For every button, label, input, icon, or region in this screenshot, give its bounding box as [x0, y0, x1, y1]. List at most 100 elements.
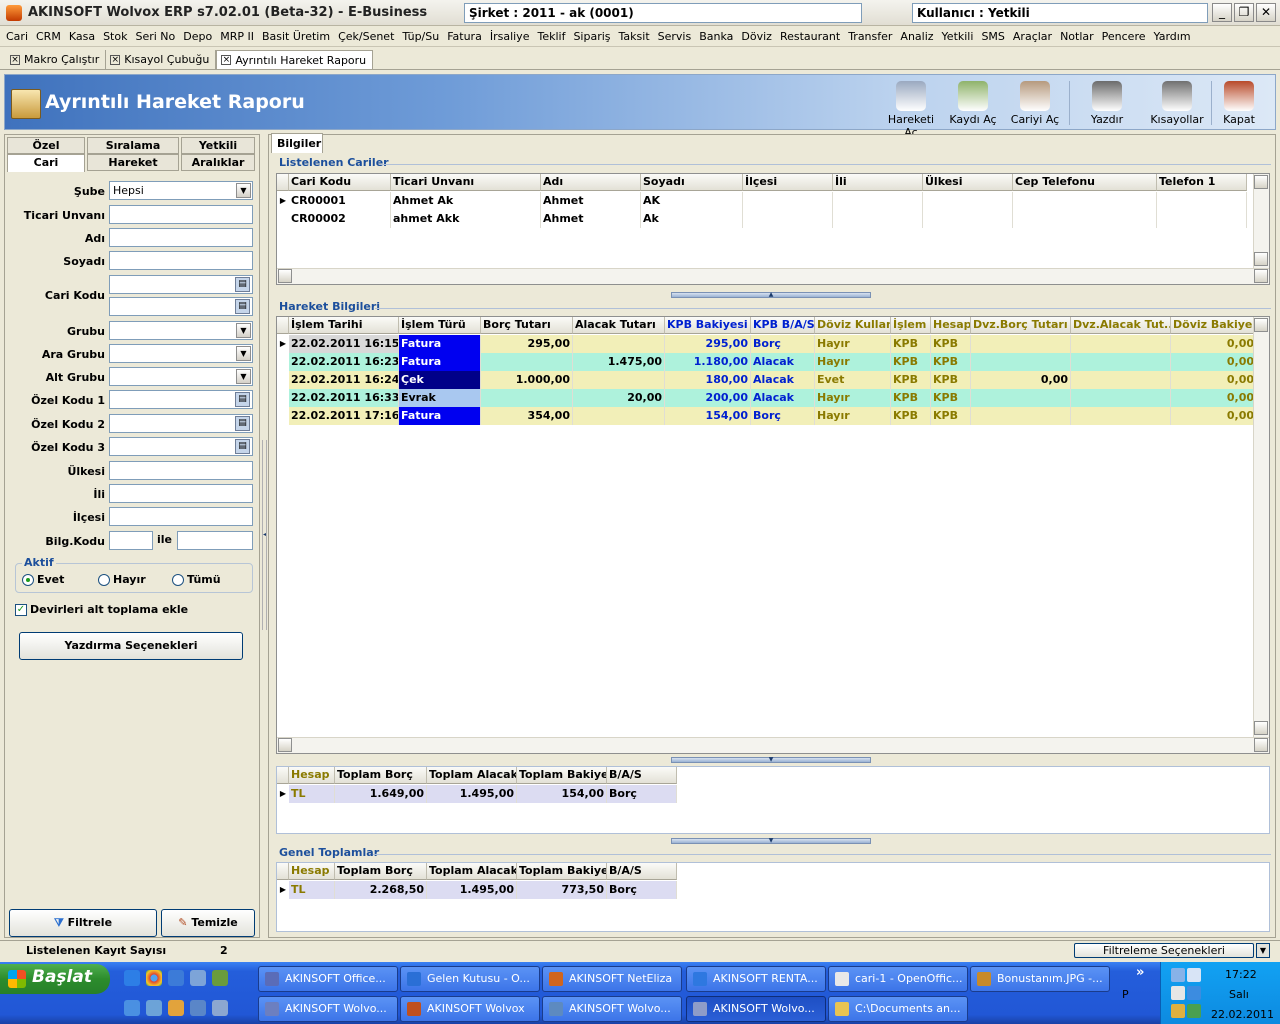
company-field[interactable]: Şirket : 2011 - ak (0001) [464, 3, 862, 23]
filter-options-button[interactable]: Filtreleme Seçenekleri [1074, 943, 1254, 958]
hareket-cell[interactable]: Çek [399, 371, 481, 389]
users-icon[interactable] [190, 970, 206, 986]
cari-cell[interactable] [743, 192, 833, 210]
menu-item[interactable]: Fatura [443, 27, 486, 46]
hareket-cell[interactable] [1071, 389, 1171, 407]
chart-icon[interactable] [212, 970, 228, 986]
lookup-icon[interactable]: ▤ [235, 439, 250, 454]
doc-tab[interactable]: × Makro Çalıştır [6, 50, 107, 69]
cari-cell[interactable]: Ak [641, 210, 743, 228]
filter-button[interactable]: ⧩ Filtrele [9, 909, 157, 937]
column-header[interactable]: Cep Telefonu [1013, 174, 1157, 191]
hareket-cell[interactable] [1071, 371, 1171, 389]
app-icon[interactable] [212, 1000, 228, 1016]
hareket-cell[interactable]: KPB [891, 353, 931, 371]
radio-hayir[interactable]: Hayır [98, 573, 146, 586]
total-cell[interactable]: TL [289, 881, 335, 899]
bilg-kodu-from[interactable] [109, 531, 153, 550]
tab-siralama[interactable]: Sıralama [87, 137, 179, 154]
close-icon[interactable]: × [221, 55, 232, 65]
hareket-cell[interactable]: Borç [751, 407, 815, 425]
total-cell[interactable]: 154,00 [517, 785, 607, 803]
hareket-cell[interactable]: Hayır [815, 389, 891, 407]
display-icon[interactable] [1187, 968, 1201, 982]
chrome-icon[interactable] [146, 970, 162, 986]
hareket-cell[interactable]: 0,00 [1171, 335, 1257, 353]
menu-item[interactable]: Depo [179, 27, 216, 46]
hareket-cell[interactable] [1071, 335, 1171, 353]
hareket-cell[interactable] [481, 389, 573, 407]
calculator-icon[interactable] [190, 1000, 206, 1016]
hareket-cell[interactable]: KPB [931, 335, 971, 353]
column-header[interactable]: Ticari Unvanı [391, 174, 541, 191]
toolbar-button[interactable]: Cariyi Aç [1005, 77, 1065, 129]
total-cell[interactable]: 1.495,00 [427, 881, 517, 899]
user-field[interactable]: Kullanıcı : Yetkili [912, 3, 1208, 23]
chevron-down-icon[interactable]: ▼ [236, 183, 251, 198]
doc-tab[interactable]: × Ayrıntılı Hareket Raporu [216, 50, 374, 69]
sube-select[interactable]: Hepsi ▼ [109, 181, 253, 200]
cari-cell[interactable] [743, 210, 833, 228]
panel-splitter[interactable]: ◂ [262, 440, 267, 630]
ozel-kodu-3-input[interactable]: ▤ [109, 437, 253, 456]
cari-cell[interactable] [923, 210, 1013, 228]
column-header[interactable]: Borç Tutarı [481, 317, 573, 334]
hareket-cell[interactable]: 22.02.2011 17:16:40 [289, 407, 399, 425]
cari-cell[interactable] [923, 192, 1013, 210]
menu-item[interactable]: Restaurant [776, 27, 844, 46]
row-indicator[interactable] [277, 353, 289, 371]
grand-total-grid[interactable]: Hesap Toplam Borç Toplam Alacak Toplam Baki… [276, 862, 1270, 932]
row-indicator[interactable]: ▶ [277, 192, 289, 210]
menu-item[interactable]: Analiz [896, 27, 937, 46]
column-header[interactable]: İli [833, 174, 923, 191]
column-header[interactable]: Toplam Borç [335, 767, 427, 784]
hareket-cell[interactable]: 180,00 [665, 371, 751, 389]
hareket-cell[interactable] [971, 407, 1071, 425]
splitter-handle[interactable]: ▼ [671, 757, 871, 763]
column-header[interactable]: B/A/S [607, 863, 677, 880]
app-icon[interactable] [6, 5, 22, 21]
menu-item[interactable]: İrsaliye [486, 27, 534, 46]
security-icon[interactable] [1187, 986, 1201, 1000]
hareket-cell[interactable]: Evet [815, 371, 891, 389]
scroll-down-icon[interactable] [1254, 721, 1268, 735]
column-header[interactable]: Toplam Bakiye [517, 863, 607, 880]
column-header[interactable]: Toplam Alacak [427, 767, 517, 784]
taskbar-button[interactable]: cari-1 - OpenOffic... [828, 966, 968, 992]
tab-hareket[interactable]: Hareket [87, 154, 179, 171]
hareket-cell[interactable]: KPB [931, 389, 971, 407]
hareket-cell[interactable]: Hayır [815, 353, 891, 371]
column-header[interactable]: Toplam Alacak [427, 863, 517, 880]
row-indicator[interactable]: ▶ [277, 785, 289, 803]
hareket-cell[interactable]: 295,00 [665, 335, 751, 353]
menu-item[interactable]: Cari [2, 27, 32, 46]
subtotal-grid[interactable]: Hesap Toplam Borç Toplam Alacak Toplam Baki… [276, 766, 1270, 834]
column-header[interactable]: Telefon 1 [1157, 174, 1247, 191]
hareket-cell[interactable]: KPB [891, 371, 931, 389]
cari-cell[interactable]: CR00001 [289, 192, 391, 210]
lookup-icon[interactable]: ▤ [235, 416, 250, 431]
total-cell[interactable]: 1.495,00 [427, 785, 517, 803]
row-indicator[interactable] [277, 210, 289, 228]
cari-cell[interactable]: AK [641, 192, 743, 210]
hareket-cell[interactable]: 0,00 [1171, 407, 1257, 425]
hareket-cell[interactable]: 22.02.2011 16:23:14 [289, 353, 399, 371]
hareket-cell[interactable] [971, 335, 1071, 353]
more-tasks-button[interactable]: » [1136, 965, 1144, 980]
radio-tumu[interactable]: Tümü [172, 573, 221, 586]
menu-item[interactable]: Döviz [737, 27, 776, 46]
ozel-kodu-2-input[interactable]: ▤ [109, 414, 253, 433]
hareket-cell[interactable]: 22.02.2011 16:15:11 [289, 335, 399, 353]
hareket-cell[interactable]: KPB [931, 353, 971, 371]
vertical-scrollbar[interactable] [1253, 317, 1269, 737]
lookup-icon[interactable]: ▤ [235, 392, 250, 407]
language-indicator[interactable]: P [1122, 988, 1129, 1001]
toolbar-button[interactable]: Yazdır [1077, 77, 1137, 129]
cari-cell[interactable]: CR00002 [289, 210, 391, 228]
cari-cell[interactable] [1013, 210, 1157, 228]
column-header[interactable]: İşlem [891, 317, 931, 334]
row-indicator[interactable] [277, 389, 289, 407]
cari-kodu-from[interactable]: ▤ [109, 275, 253, 294]
clock-time[interactable]: 17:22 [1225, 968, 1257, 981]
hareket-cell[interactable]: Borç [751, 335, 815, 353]
